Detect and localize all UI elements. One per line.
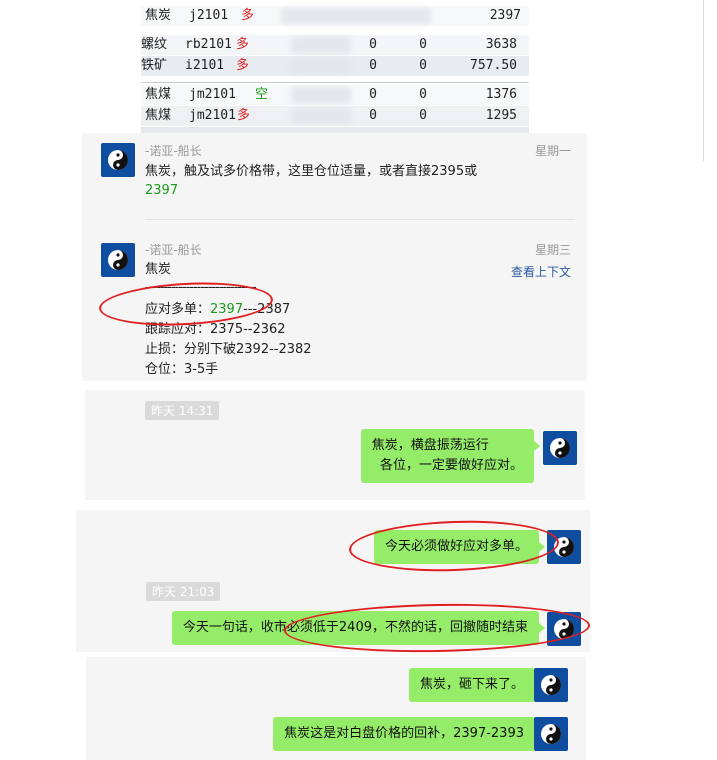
quote-direction: 多 — [236, 58, 250, 73]
chat-panel: 昨天 14:31 焦炭，横盘振荡运行 各位，一定要做好应对。 — [85, 390, 585, 500]
quote-direction: 多 — [241, 8, 255, 23]
quote-price: 2397 — [489, 8, 521, 23]
avatar — [101, 243, 135, 277]
divider — [145, 219, 575, 220]
post-day: 星期三 — [534, 243, 571, 257]
post-position-line: 仓位：3-5手 — [145, 362, 219, 377]
quote-row: 焦炭 j2101 多 2397 — [141, 6, 529, 26]
quote-price: 1295 — [485, 108, 517, 123]
quote-name: 焦煤 — [145, 87, 172, 102]
avatar — [543, 431, 577, 465]
blurred-area — [281, 8, 431, 24]
view-context-link[interactable]: 查看上下文 — [511, 263, 571, 280]
message-bubble[interactable]: 焦炭，横盘振荡运行 各位，一定要做好应对。 — [360, 429, 541, 483]
quote-value: 0 — [369, 58, 377, 73]
annotation-circle — [283, 601, 591, 655]
avatar — [534, 717, 568, 751]
quote-name: 铁矿 — [141, 58, 168, 73]
post-price: 2397 — [145, 183, 179, 198]
yin-yang-icon — [541, 675, 561, 695]
post-stop-line: 止损：分别下破2392--2382 — [145, 342, 312, 357]
yin-yang-icon — [108, 250, 128, 270]
quote-code: j2101 — [189, 8, 229, 23]
quote-name: 螺纹 — [141, 37, 168, 52]
chat-panel: 焦炭，砸下来了。 焦炭这是对白盘价格的回补，2397-2393 — [86, 657, 586, 760]
quote-code: jm2101 — [189, 87, 236, 102]
window-edge — [703, 0, 704, 162]
quote-price: 1376 — [485, 87, 517, 102]
post-day: 星期一 — [534, 144, 571, 158]
quote-value: 0 — [419, 87, 427, 102]
quote-price: 757.50 — [470, 58, 517, 73]
quote-value: 0 — [419, 108, 427, 123]
quote-value: 0 — [369, 87, 377, 102]
quote-direction: 空 — [255, 87, 269, 102]
quote-code: rb2101 — [185, 37, 232, 52]
post-text: 焦炭，触及试多价格带，这里仓位适量，或者直接2395或 — [145, 164, 478, 179]
quote-value: 0 — [369, 108, 377, 123]
quote-direction: 多 — [237, 108, 251, 123]
quote-direction: 多 — [236, 37, 250, 52]
annotation-circle — [348, 517, 560, 575]
post-title: 焦炭 — [145, 262, 172, 277]
timestamp: 昨天 14:31 — [145, 401, 220, 420]
quote-price: 3638 — [485, 37, 517, 52]
quote-code: jm2101 — [189, 108, 236, 123]
quote-row: 铁矿 i2101 多 0 0 757.50 — [141, 56, 529, 76]
sender-name: -诺亚-船长 — [145, 243, 202, 257]
timestamp: 昨天 21:03 — [146, 582, 221, 601]
quote-code: i2101 — [185, 58, 225, 73]
quote-value: 0 — [419, 37, 427, 52]
quote-value: 0 — [369, 37, 377, 52]
avatar — [534, 668, 568, 702]
avatar — [101, 143, 135, 177]
quote-row: 焦煤 jm2101 多 0 0 1295 — [141, 106, 529, 126]
chat-panel: 今天必须做好应对多单。 昨天 21:03 今天一句话，收市必须低于2409，不然… — [76, 510, 591, 655]
yin-yang-icon — [541, 724, 561, 744]
quote-name: 焦煤 — [145, 108, 172, 123]
quote-row: 螺纹 rb2101 多 0 0 3638 — [141, 35, 529, 55]
yin-yang-icon — [108, 150, 128, 170]
message-bubble[interactable]: 焦炭这是对白盘价格的回补，2397-2393 — [273, 717, 541, 751]
message-bubble[interactable]: 焦炭，砸下来了。 — [408, 668, 542, 702]
yin-yang-icon — [550, 438, 570, 458]
quote-value: 0 — [419, 58, 427, 73]
divider — [141, 82, 529, 83]
quote-name: 焦炭 — [145, 8, 172, 23]
quote-row: 焦煤 jm2101 空 0 0 1376 — [141, 85, 529, 105]
favorites-panel: -诺亚-船长 星期一 焦炭，触及试多价格带，这里仓位适量，或者直接2395或 2… — [82, 133, 587, 381]
sender-name: -诺亚-船长 — [145, 144, 202, 158]
